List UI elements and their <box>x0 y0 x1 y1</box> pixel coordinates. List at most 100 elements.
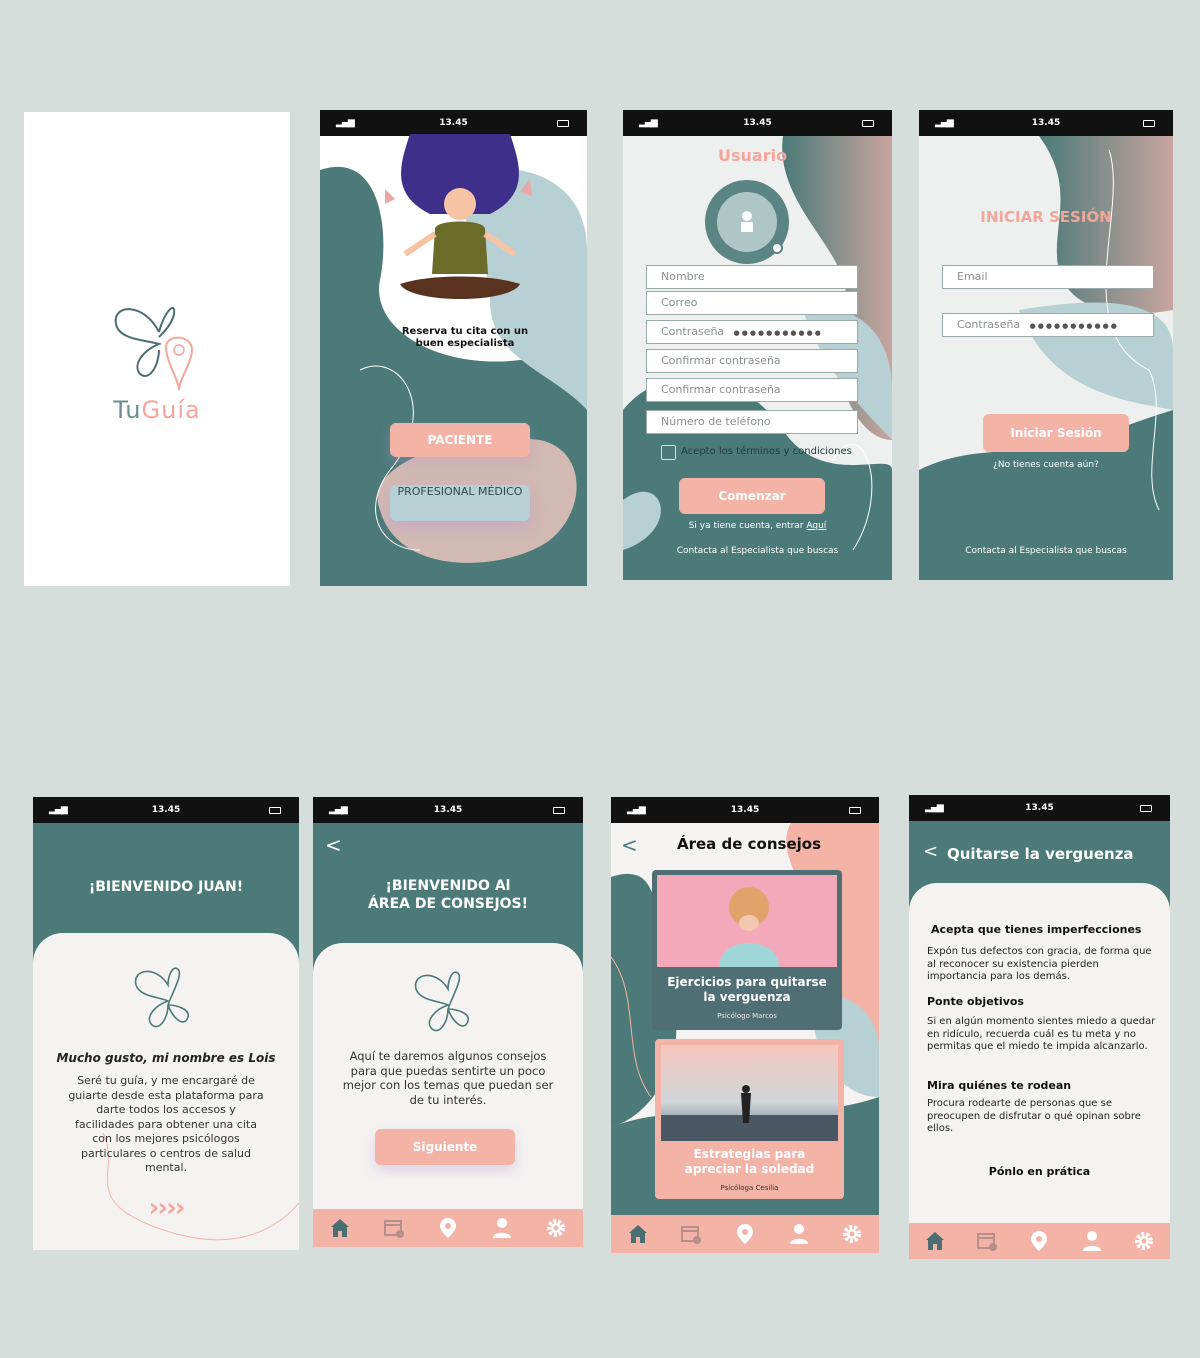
home-icon[interactable] <box>624 1220 652 1248</box>
logo-tu: Tu <box>113 396 142 424</box>
location-icon[interactable] <box>434 1214 462 1242</box>
splash-screen: TuGuía <box>24 112 290 586</box>
advice-card-2[interactable]: Estrategias para apreciar la soledad Psi… <box>655 1039 844 1199</box>
advice-card-2-author: Psicóloga Cesilia <box>720 1184 779 1192</box>
advice-intro-title-line2: ÁREA DE CONSEJOS! <box>367 896 529 912</box>
login-link[interactable]: Aquí <box>806 521 826 531</box>
advice-card-1[interactable]: Ejercicios para quitarse la verguenza Ps… <box>652 870 842 1030</box>
terms-label: Acepto los términos y condiciones <box>681 446 852 457</box>
login-button[interactable]: Iniciar Sesión <box>983 414 1129 452</box>
password-field[interactable]: Contraseña ●●●●●●●●●●● <box>646 320 858 344</box>
login-screen: ▂▄▆ 13.45 INICIAR SESIÓN Email Contraseña… <box>919 110 1173 580</box>
calendar-icon[interactable] <box>677 1220 705 1248</box>
confirm-password-field-2[interactable]: Confirmar contraseña <box>646 378 858 402</box>
article-paragraph-1: Expón tus defectos con gracia, de forma … <box>927 946 1152 982</box>
bottom-nav <box>909 1223 1170 1259</box>
welcome-card: Mucho gusto, mi nombre es Lois Seré tu g… <box>33 933 299 1250</box>
phone-field[interactable]: Número de teléfono <box>646 410 858 434</box>
no-account-link[interactable]: ¿No tienes cuenta aún? <box>919 460 1173 470</box>
calendar-icon[interactable] <box>973 1227 1001 1255</box>
battery-icon <box>862 120 874 127</box>
advice-card-2-title: Estrategias para apreciar la soledad <box>684 1147 815 1176</box>
article-heading-1: Acepta que tienes imperfecciones <box>931 923 1142 936</box>
password-mask: ●●●●●●●●●●● <box>1029 322 1119 330</box>
advice-intro-screen: ▂▄▆ 13.45 < ¡BIENVENIDO Al ÁREA DE CONSEJ… <box>313 797 583 1247</box>
status-time: 13.45 <box>743 118 772 128</box>
greeting: Mucho gusto, mi nombre es Lois <box>56 1051 276 1065</box>
user-icon[interactable] <box>1078 1227 1106 1255</box>
user-icon[interactable] <box>488 1214 516 1242</box>
terms-checkbox[interactable] <box>661 445 676 460</box>
start-button[interactable]: Comenzar <box>679 478 825 514</box>
advice-intro-body: Aquí te daremos algunos consejos para qu… <box>342 1049 554 1107</box>
password-mask: ●●●●●●●●●●● <box>733 329 823 337</box>
footer-text: Contacta al Especialista que buscas <box>676 546 839 556</box>
password-label: Contraseña <box>661 325 725 338</box>
confirm-password-field[interactable]: Confirmar contraseña <box>646 349 858 373</box>
app-logo-text: TuGuía <box>24 396 290 424</box>
email-field[interactable]: Correo <box>646 291 858 315</box>
article-card: Acepta que tienes imperfecciones Expón t… <box>909 883 1170 1259</box>
article-paragraph-3: Procura rodearte de personas que se preo… <box>927 1098 1141 1134</box>
register-title: Usuario <box>718 146 788 165</box>
status-bar: ▂▄▆ 13.45 <box>909 795 1170 821</box>
name-field[interactable]: Nombre <box>646 265 858 289</box>
status-time: 13.45 <box>439 118 468 128</box>
password-field[interactable]: Contraseña ●●●●●●●●●●● <box>942 313 1154 337</box>
lonely-person-image <box>661 1045 838 1141</box>
gear-icon[interactable] <box>1130 1227 1158 1255</box>
next-button[interactable]: Siguiente <box>375 1129 515 1165</box>
status-bar: ▂▄▆ 13.45 <box>33 797 299 823</box>
advice-intro-title: ¡BIENVENIDO Al ÁREA DE CONSEJOS! <box>313 877 583 913</box>
back-chevron-icon[interactable]: < <box>621 833 638 857</box>
article-heading-3: Mira quiénes te rodean <box>927 1079 1072 1092</box>
patient-button[interactable]: PACIENTE <box>390 423 530 457</box>
login-title: INICIAR SESIÓN <box>980 208 1112 226</box>
shy-woman-image <box>657 875 837 967</box>
meditating-woman-illustration <box>385 134 532 299</box>
butterfly-logo-icon <box>114 307 194 391</box>
next-arrows[interactable]: ›››› <box>33 1193 299 1223</box>
battery-icon <box>553 807 565 814</box>
article-title: Quitarse la verguenza <box>947 845 1134 863</box>
advice-intro-title-line1: ¡BIENVENIDO Al <box>385 878 511 894</box>
role-select-screen: ▂▄▆ 13.45 Reserva tu cita con un buen esp… <box>320 110 587 586</box>
status-time: 13.45 <box>151 805 181 815</box>
user-icon <box>741 211 753 232</box>
advice-area-screen: ▂▄▆ 13.45 < Área de consejos Ejercicios p… <box>611 797 879 1253</box>
calendar-icon[interactable] <box>380 1214 408 1242</box>
butterfly-icon <box>123 961 213 1041</box>
home-icon[interactable] <box>921 1227 949 1255</box>
password-label: Contraseña <box>957 318 1021 331</box>
battery-icon <box>269 807 281 814</box>
location-icon[interactable] <box>731 1220 759 1248</box>
status-bar: ▂▄▆ 13.45 <box>611 797 879 823</box>
status-time: 13.45 <box>1031 118 1061 128</box>
status-bar: ▂▄▆ 13.45 <box>623 110 892 136</box>
article-paragraph-2: Si en algún momento sientes miedo a qued… <box>927 1016 1156 1052</box>
status-bar: ▂▄▆ 13.45 <box>313 797 583 823</box>
avatar-placeholder[interactable] <box>705 180 789 264</box>
article-cta[interactable]: Pónlo en prática <box>909 1165 1170 1178</box>
status-time: 13.45 <box>730 805 760 815</box>
email-field[interactable]: Email <box>942 265 1154 289</box>
login-prompt: Si ya tiene cuenta, entrar Aquí <box>623 521 892 531</box>
battery-icon <box>849 807 861 814</box>
gear-icon[interactable] <box>838 1220 866 1248</box>
logo-guia: Guía <box>141 396 201 424</box>
status-bar: ▂▄▆ 13.45 <box>919 110 1173 136</box>
back-chevron-icon[interactable]: < <box>325 833 342 857</box>
butterfly-icon <box>403 965 493 1045</box>
battery-icon <box>557 120 569 127</box>
location-icon[interactable] <box>1025 1227 1053 1255</box>
user-icon[interactable] <box>785 1220 813 1248</box>
battery-icon <box>1143 120 1155 127</box>
footer-text: Contacta al Especialista que buscas <box>965 546 1127 556</box>
gear-icon[interactable] <box>542 1214 570 1242</box>
home-icon[interactable] <box>326 1214 354 1242</box>
background-shapes <box>919 136 1173 580</box>
status-time: 13.45 <box>433 805 463 815</box>
advice-card-1-author: Psicólogo Marcos <box>717 1012 777 1020</box>
back-chevron-icon[interactable]: < <box>923 841 938 862</box>
professional-button[interactable]: PROFESIONAL MÉDICO <box>390 485 530 521</box>
